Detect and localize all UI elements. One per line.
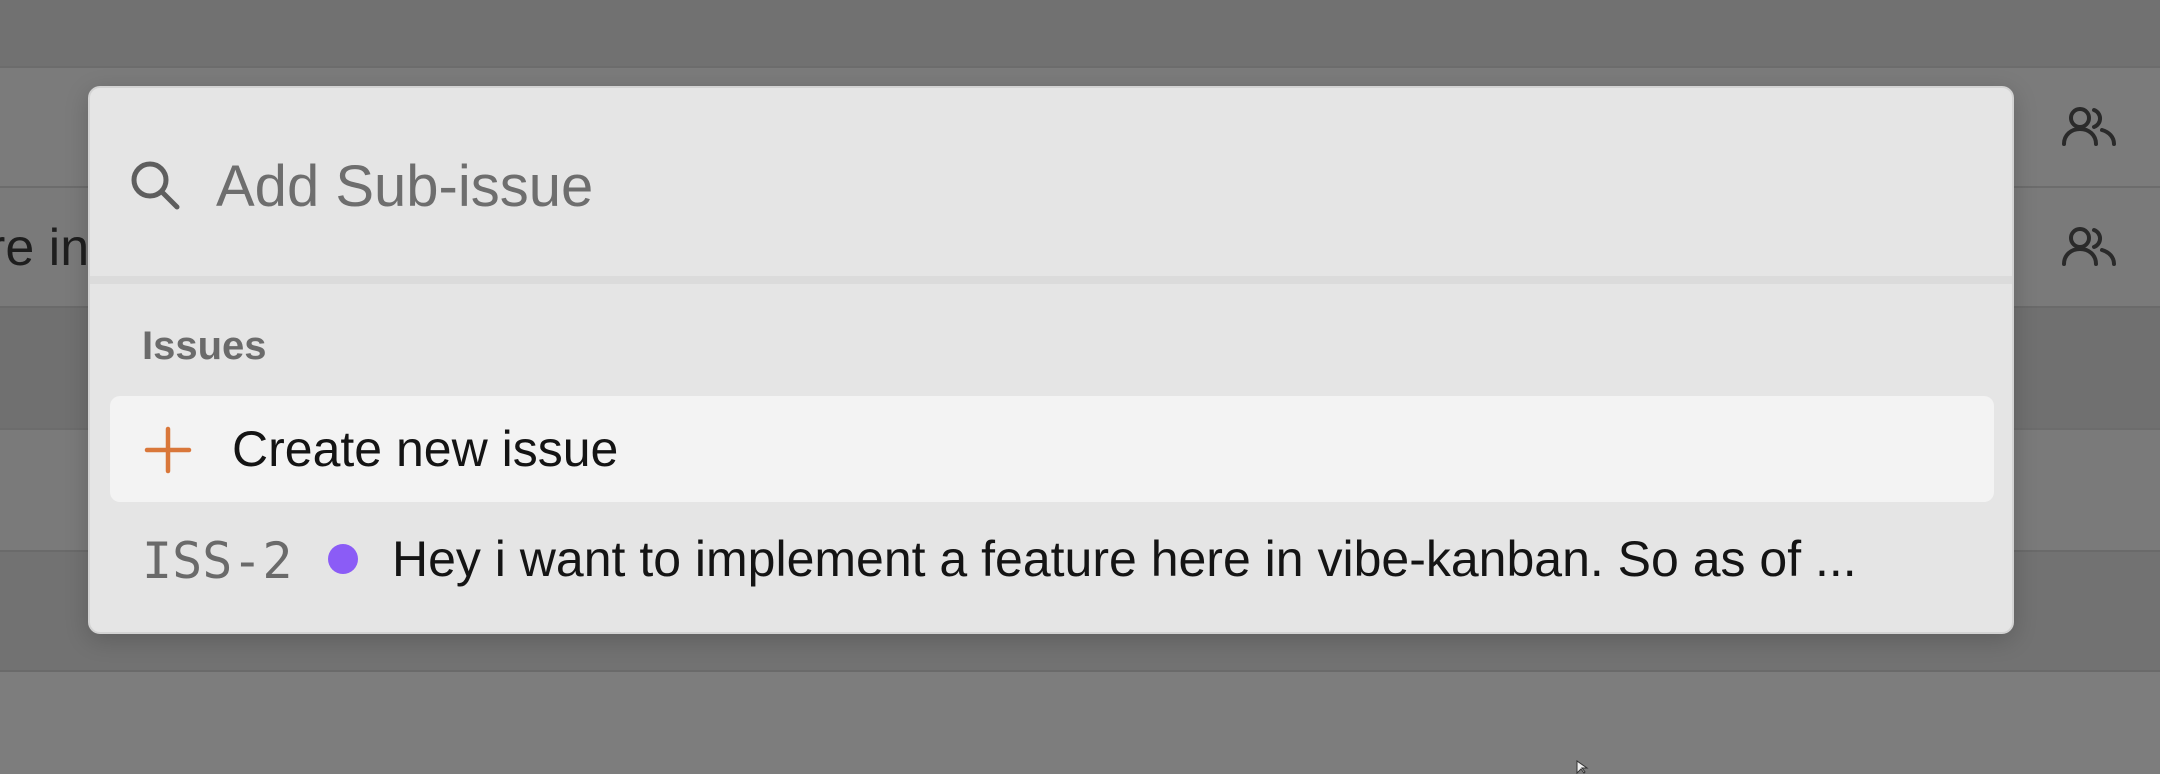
- issue-title: Hey i want to implement a feature here i…: [392, 531, 1857, 587]
- create-new-issue-item[interactable]: Create new issue: [110, 396, 1994, 502]
- create-new-issue-label: Create new issue: [232, 421, 619, 477]
- search-icon: [131, 161, 180, 210]
- sub-issue-search-input[interactable]: [216, 148, 1916, 224]
- issue-list-item[interactable]: ISS-2 Hey i want to implement a feature …: [110, 506, 1994, 612]
- divider: [90, 276, 2012, 284]
- search-row: [90, 88, 2012, 278]
- background-row: [0, 0, 2160, 66]
- issues-group-heading: Issues: [142, 324, 267, 368]
- users-icon: [2062, 227, 2116, 266]
- issue-id: ISS-2: [142, 532, 293, 590]
- background-row-text: re in: [0, 219, 90, 277]
- plus-icon: [144, 426, 192, 474]
- status-dot-icon: [328, 544, 358, 574]
- background-row: [0, 670, 2160, 774]
- users-icon: [2062, 107, 2116, 146]
- add-sub-issue-popover: Issues Create new issue ISS-2 Hey i want…: [88, 86, 2014, 634]
